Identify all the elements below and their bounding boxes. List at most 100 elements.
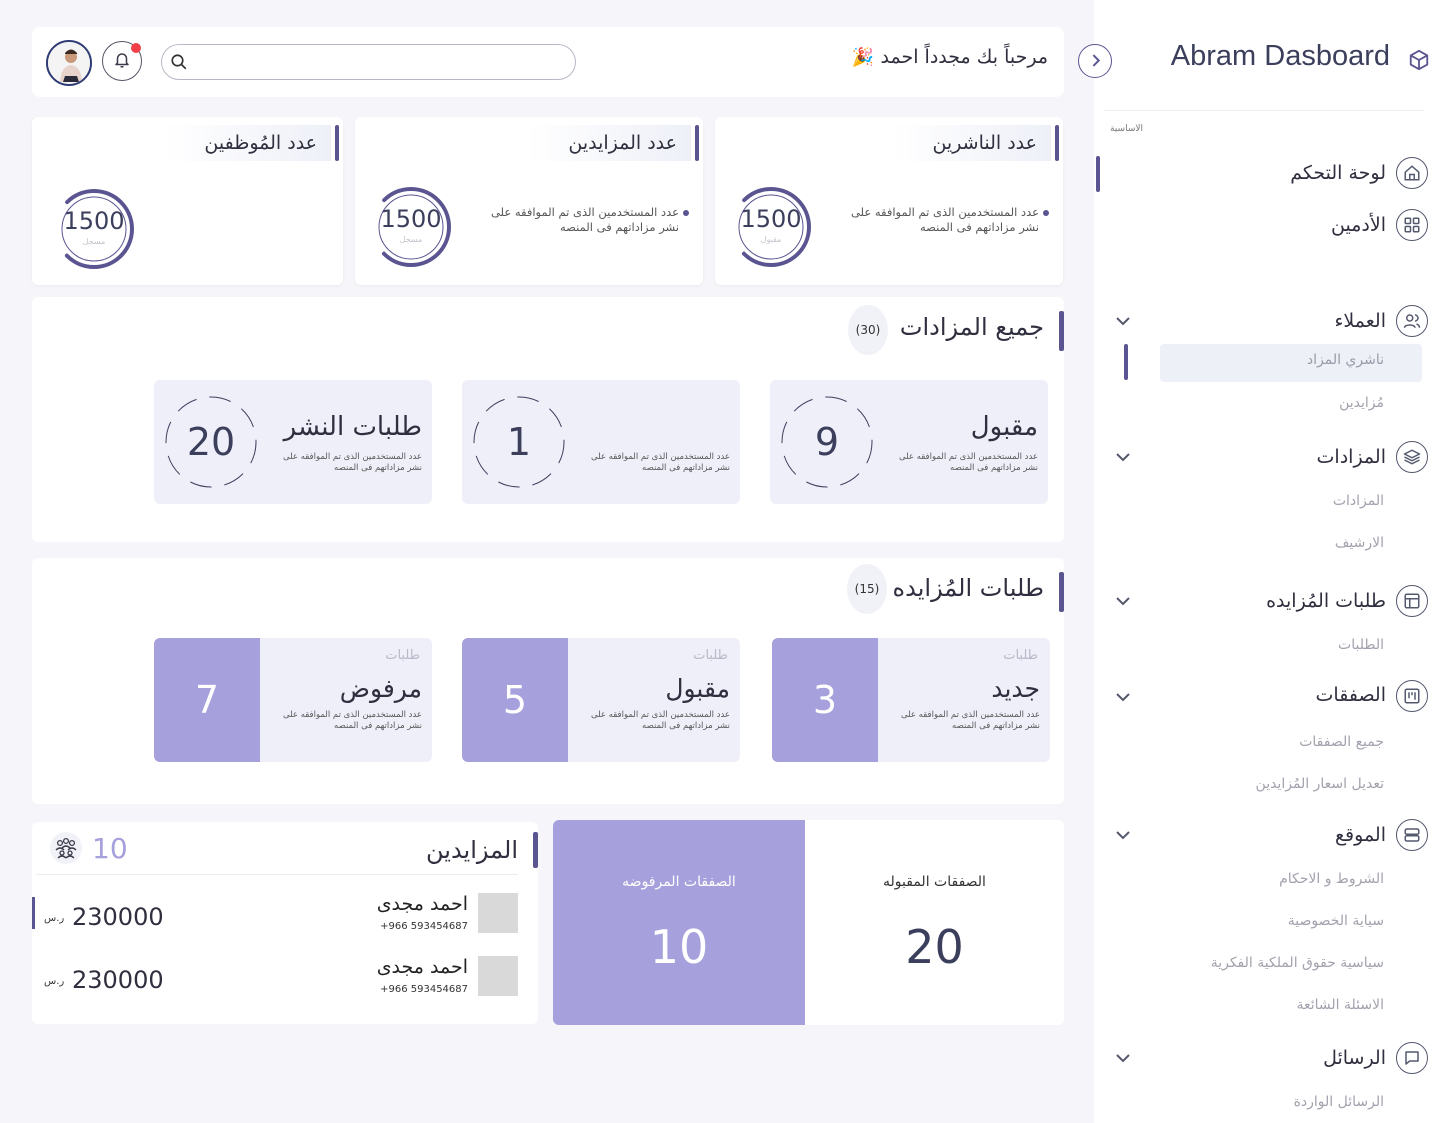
bell-icon bbox=[115, 53, 129, 68]
auction-card-value: 1 bbox=[506, 420, 532, 464]
sidebar-group-label: الموقع bbox=[1334, 824, 1386, 846]
chevron-down-icon[interactable] bbox=[1114, 315, 1132, 327]
sidebar-subitem-bidders[interactable]: مُزايدين bbox=[1339, 395, 1384, 411]
bidder-photo-placeholder bbox=[478, 956, 518, 996]
sidebar-group-label: الصفقات bbox=[1315, 684, 1386, 706]
section-title: الاساسية bbox=[1110, 124, 1143, 134]
auction-card-title: مقبول bbox=[970, 412, 1038, 442]
bidders-panel: المزايدين 10 احمد مجدى +966 593454687 23… bbox=[32, 822, 538, 1024]
group-icon bbox=[50, 832, 82, 864]
auction-card-middle[interactable]: عدد المستخدمين الذى تم الموافقه على نشر … bbox=[462, 380, 740, 504]
stat-description: عدد المستخدمين الذى تم الموافقه على نشر … bbox=[479, 205, 689, 235]
panel-count-badge: (30) bbox=[848, 305, 888, 355]
bidders-count: 10 bbox=[92, 832, 128, 865]
panel-count-badge: (15) bbox=[847, 564, 887, 614]
avatar[interactable] bbox=[46, 40, 92, 86]
chevron-down-icon[interactable] bbox=[1114, 1052, 1132, 1064]
panel-title: طلبات المُزايده bbox=[892, 574, 1044, 602]
stat-gauge: 1500 مسجل bbox=[52, 187, 136, 271]
sidebar-subitem-terms[interactable]: الشروط و الاحكام bbox=[1279, 871, 1384, 887]
sidebar-subitem-requests[interactable]: الطلبات bbox=[1338, 637, 1384, 653]
party-popper-icon: 🎉 bbox=[851, 47, 874, 68]
message-icon bbox=[1396, 1042, 1428, 1074]
auction-card-description: عدد المستخدمين الذى تم الموافقه على نشر … bbox=[283, 452, 422, 473]
brand-divider bbox=[1104, 110, 1424, 111]
panel-accent-bar bbox=[533, 832, 538, 868]
sidebar-subitem-faq[interactable]: الاسئلة الشائعة bbox=[1297, 997, 1385, 1013]
stat-value: 1500 bbox=[380, 205, 442, 233]
bidder-phone: +966 593454687 bbox=[380, 921, 468, 932]
stat-description-text: عدد المستخدمين الذى تم الموافقه على نشر … bbox=[490, 205, 679, 234]
auction-card-publish-requests[interactable]: طلبات النشر عدد المستخدمين الذى تم الموا… bbox=[154, 380, 432, 504]
sidebar-subitem-edit-prices[interactable]: تعديل اسعار المُزايدين bbox=[1256, 776, 1384, 792]
bidder-row[interactable]: احمد مجدى +966 593454687 230000 ر.س bbox=[32, 893, 538, 953]
bidder-name: احمد مجدى bbox=[376, 956, 468, 978]
bid-amount: 230000 bbox=[72, 966, 164, 994]
bid-amount: 230000 bbox=[72, 903, 164, 931]
chevron-down-icon[interactable] bbox=[1114, 595, 1132, 607]
request-card-rejected[interactable]: 7 طلبات مرفوض عدد المستخدمين الذى تم الم… bbox=[154, 638, 432, 762]
sidebar-subitem-archive[interactable]: الارشيف bbox=[1335, 535, 1384, 551]
auction-card-description: عدد المستخدمين الذى تم الموافقه على نشر … bbox=[591, 452, 730, 473]
sidebar-subitem-publishers[interactable]: ناشري المزاد bbox=[1307, 352, 1384, 368]
stat-accent-bar bbox=[335, 125, 339, 161]
accepted-deals-card[interactable]: الصفقات المقبوله 20 bbox=[805, 820, 1064, 1025]
search-icon bbox=[171, 54, 187, 70]
sidebar-subitem-auctions[interactable]: المزادات bbox=[1333, 493, 1384, 509]
auction-card-accepted[interactable]: مقبول عدد المستخدمين الذى تم الموافقه عل… bbox=[770, 380, 1048, 504]
currency: ر.س bbox=[44, 976, 65, 987]
auction-card-description: عدد المستخدمين الذى تم الموافقه على نشر … bbox=[899, 452, 1038, 473]
stat-value: 1500 bbox=[740, 205, 802, 233]
sidebar-subitem-privacy[interactable]: سياية الخصوصية bbox=[1288, 913, 1384, 929]
chevron-down-icon[interactable] bbox=[1114, 829, 1132, 841]
collapse-sidebar-button[interactable] bbox=[1078, 44, 1112, 78]
bullet-dot bbox=[683, 210, 689, 216]
stat-value-caption: مسجل bbox=[82, 237, 106, 246]
request-card-description: عدد المستخدمين الذى تم الموافقه على نشر … bbox=[901, 710, 1040, 731]
bidder-row[interactable]: احمد مجدى +966 593454687 230000 ر.س bbox=[32, 956, 538, 1016]
panel-title: المزايدين bbox=[426, 836, 518, 864]
notifications-button[interactable] bbox=[102, 41, 142, 81]
stat-card-employees: عدد المُوظفين 1500 مسجل bbox=[32, 117, 343, 285]
request-card-label: طلبات bbox=[385, 648, 420, 663]
chevron-down-icon[interactable] bbox=[1114, 451, 1132, 463]
currency: ر.س bbox=[44, 913, 65, 924]
request-card-new[interactable]: 3 طلبات جديد عدد المستخدمين الذى تم المو… bbox=[772, 638, 1050, 762]
sidebar-subitem-inbox[interactable]: الرسائل الواردة bbox=[1294, 1094, 1384, 1110]
accepted-deals-value: 20 bbox=[905, 920, 964, 974]
stat-value-caption: مقبول bbox=[760, 235, 782, 244]
welcome-message: مرحباً بك مجدداً احمد bbox=[880, 46, 1048, 68]
auction-card-title: طلبات النشر bbox=[283, 412, 422, 442]
request-card-title: مرفوض bbox=[339, 674, 422, 703]
sub-active-indicator bbox=[1124, 344, 1128, 380]
sidebar-subitem-ip-policy[interactable]: سياسية حقوق الملكية الفكرية bbox=[1211, 955, 1384, 971]
request-card-value: 5 bbox=[462, 638, 568, 762]
top-bar: مرحباً بك مجدداً احمد 🎉 bbox=[32, 27, 1064, 97]
bidder-name: احمد مجدى bbox=[376, 893, 468, 915]
stat-gauge: 1500 مقبول bbox=[729, 185, 813, 269]
panel-accent-bar bbox=[1059, 311, 1064, 351]
bid-requests-panel: طلبات المُزايده (15) 3 طلبات جديد عدد ال… bbox=[32, 558, 1064, 804]
stat-title: عدد المزايدين bbox=[528, 125, 691, 161]
stat-value-caption: مسجل bbox=[399, 235, 423, 244]
request-card-value: 3 bbox=[772, 638, 878, 762]
stat-gauge: 1500 مسجل bbox=[369, 185, 453, 269]
rejected-deals-card[interactable]: الصفقات المرفوضه 10 bbox=[553, 820, 805, 1025]
layers-icon bbox=[1396, 441, 1428, 473]
rejected-deals-value: 10 bbox=[649, 920, 709, 974]
search-input[interactable] bbox=[161, 44, 576, 80]
bullet-dot bbox=[1043, 210, 1049, 216]
grid-icon bbox=[1396, 209, 1428, 241]
stat-title: عدد المُوظفين bbox=[164, 125, 331, 161]
stat-card-publishers: عدد الناشرين عدد المستخدمين الذى تم المو… bbox=[715, 117, 1063, 285]
panel-accent-bar bbox=[1059, 572, 1064, 612]
stat-title: عدد الناشرين bbox=[892, 125, 1051, 161]
sidebar-subitem-all-deals[interactable]: جميع الصفقات bbox=[1299, 734, 1384, 750]
panel-title: جميع المزادات bbox=[899, 313, 1044, 341]
stat-description: عدد المستخدمين الذى تم الموافقه على نشر … bbox=[839, 205, 1049, 235]
chevron-down-icon[interactable] bbox=[1114, 691, 1132, 703]
auction-card-value: 9 bbox=[814, 420, 840, 464]
request-card-accepted[interactable]: 5 طلبات مقبول عدد المستخدمين الذى تم الم… bbox=[462, 638, 740, 762]
accepted-deals-label: الصفقات المقبوله bbox=[883, 874, 986, 890]
sidebar-group-label: العملاء bbox=[1334, 310, 1387, 332]
